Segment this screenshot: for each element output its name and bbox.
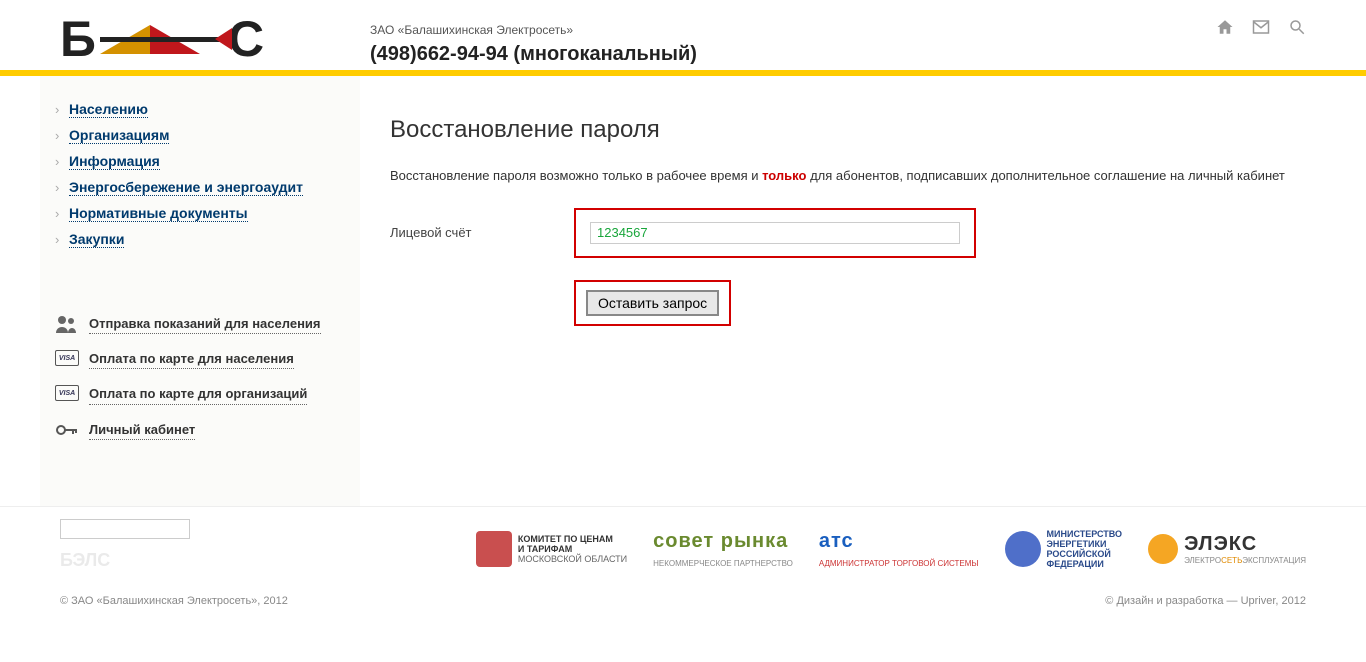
intro-text: Восстановление пароля возможно только в … <box>390 166 1306 186</box>
svg-text:С: С <box>228 11 264 67</box>
p2-l2: НЕКОММЕРЧЕСКОЕ ПАРТНЕРСТВО <box>653 559 793 568</box>
mail-icon[interactable] <box>1252 18 1270 39</box>
p3-l1: атс <box>819 530 854 553</box>
p4-l4: ФЕДЕРАЦИИ <box>1047 559 1123 569</box>
visa-icon: VISA <box>55 350 79 368</box>
main-nav: Населению Организациям Информация Энерго… <box>55 96 345 252</box>
p1-l2: И ТАРИФАМ <box>518 544 627 554</box>
p4-l1: МИНИСТЕРСТВО <box>1047 529 1123 539</box>
partner-committee[interactable]: КОМИТЕТ ПО ЦЕНАМ И ТАРИФАМ МОСКОВСКОЙ ОБ… <box>476 531 627 567</box>
nav-organizations[interactable]: Организациям <box>69 127 169 144</box>
footer-search-input[interactable] <box>60 519 190 539</box>
account-row: Лицевой счёт <box>390 208 1306 258</box>
mini-logo: БЭЛС <box>60 549 118 571</box>
site-logo[interactable]: Б С <box>60 10 270 70</box>
p2-l1: совет рынка <box>653 530 788 553</box>
people-icon <box>55 315 79 333</box>
partner-eleks[interactable]: ЭЛЭКС ЭЛЕКТРОСЕТЬЭКСПЛУАТАЦИЯ <box>1148 533 1306 565</box>
nav-energy-saving[interactable]: Энергосбережение и энергоаудит <box>69 179 303 196</box>
p4-l3: РОССИЙСКОЙ <box>1047 549 1123 559</box>
link-pay-org[interactable]: Оплата по карте для организаций <box>89 385 307 404</box>
partner-ats[interactable]: атс администратор торговой системы <box>819 530 979 568</box>
page-title: Восстановление пароля <box>390 116 1306 144</box>
nav-docs[interactable]: Нормативные документы <box>69 205 248 222</box>
svg-text:БЭЛС: БЭЛС <box>60 550 110 570</box>
visa-icon: VISA <box>55 385 79 403</box>
search-icon[interactable] <box>1288 18 1306 39</box>
company-name: ЗАО «Балашихинская Электросеть» <box>370 23 1326 37</box>
nav-purchases[interactable]: Закупки <box>69 231 124 248</box>
p1-l3: МОСКОВСКОЙ ОБЛАСТИ <box>518 554 627 564</box>
p5-l2: ЭЛЕКТРОСЕТЬЭКСПЛУАТАЦИЯ <box>1184 556 1306 565</box>
partner-sovet[interactable]: совет рынка НЕКОММЕРЧЕСКОЕ ПАРТНЕРСТВО <box>653 530 793 568</box>
nav-info[interactable]: Информация <box>69 153 160 170</box>
sidebar: Населению Организациям Информация Энерго… <box>40 76 360 506</box>
account-input[interactable] <box>590 222 960 244</box>
service-links: Отправка показаний для населения VISA Оп… <box>55 307 345 448</box>
p1-l1: КОМИТЕТ ПО ЦЕНАМ <box>518 534 627 544</box>
partner-minenergo[interactable]: МИНИСТЕРСТВО ЭНЕРГЕТИКИ РОССИЙСКОЙ ФЕДЕР… <box>1005 529 1123 569</box>
p3-l2: администратор торговой системы <box>819 559 979 568</box>
key-icon <box>55 421 79 439</box>
link-send-readings[interactable]: Отправка показаний для населения <box>89 315 321 334</box>
p5-l1: ЭЛЭКС <box>1184 533 1306 556</box>
svg-text:Б: Б <box>60 11 96 67</box>
footer: © ЗАО «Балашихинская Электросеть», 2012 … <box>0 587 1366 627</box>
header: Б С ЗАО «Балашихинская Электросеть» (498… <box>0 0 1366 70</box>
p4-l2: ЭНЕРГЕТИКИ <box>1047 539 1123 549</box>
footer-credits: © Дизайн и разработка — Upriver, 2012 <box>1105 595 1306 607</box>
content: Восстановление пароля Восстановление пар… <box>360 76 1326 506</box>
partners-bar: БЭЛС КОМИТЕТ ПО ЦЕНАМ И ТАРИФАМ МОСКОВСК… <box>0 506 1366 587</box>
intro-highlight: только <box>762 168 806 183</box>
submit-button[interactable]: Оставить запрос <box>586 290 719 316</box>
footer-copyright: © ЗАО «Балашихинская Электросеть», 2012 <box>60 595 288 607</box>
intro-post: для абонентов, подписавших дополнительно… <box>806 168 1284 183</box>
account-label: Лицевой счёт <box>390 225 560 240</box>
link-cabinet[interactable]: Личный кабинет <box>89 421 195 440</box>
submit-frame: Оставить запрос <box>574 280 731 326</box>
link-pay-personal[interactable]: Оплата по карте для населения <box>89 350 294 369</box>
home-icon[interactable] <box>1216 18 1234 39</box>
nav-population[interactable]: Населению <box>69 101 148 118</box>
intro-pre: Восстановление пароля возможно только в … <box>390 168 762 183</box>
account-frame <box>574 208 976 258</box>
header-phone: (498)662-94-94 (многоканальный) <box>370 43 1326 66</box>
